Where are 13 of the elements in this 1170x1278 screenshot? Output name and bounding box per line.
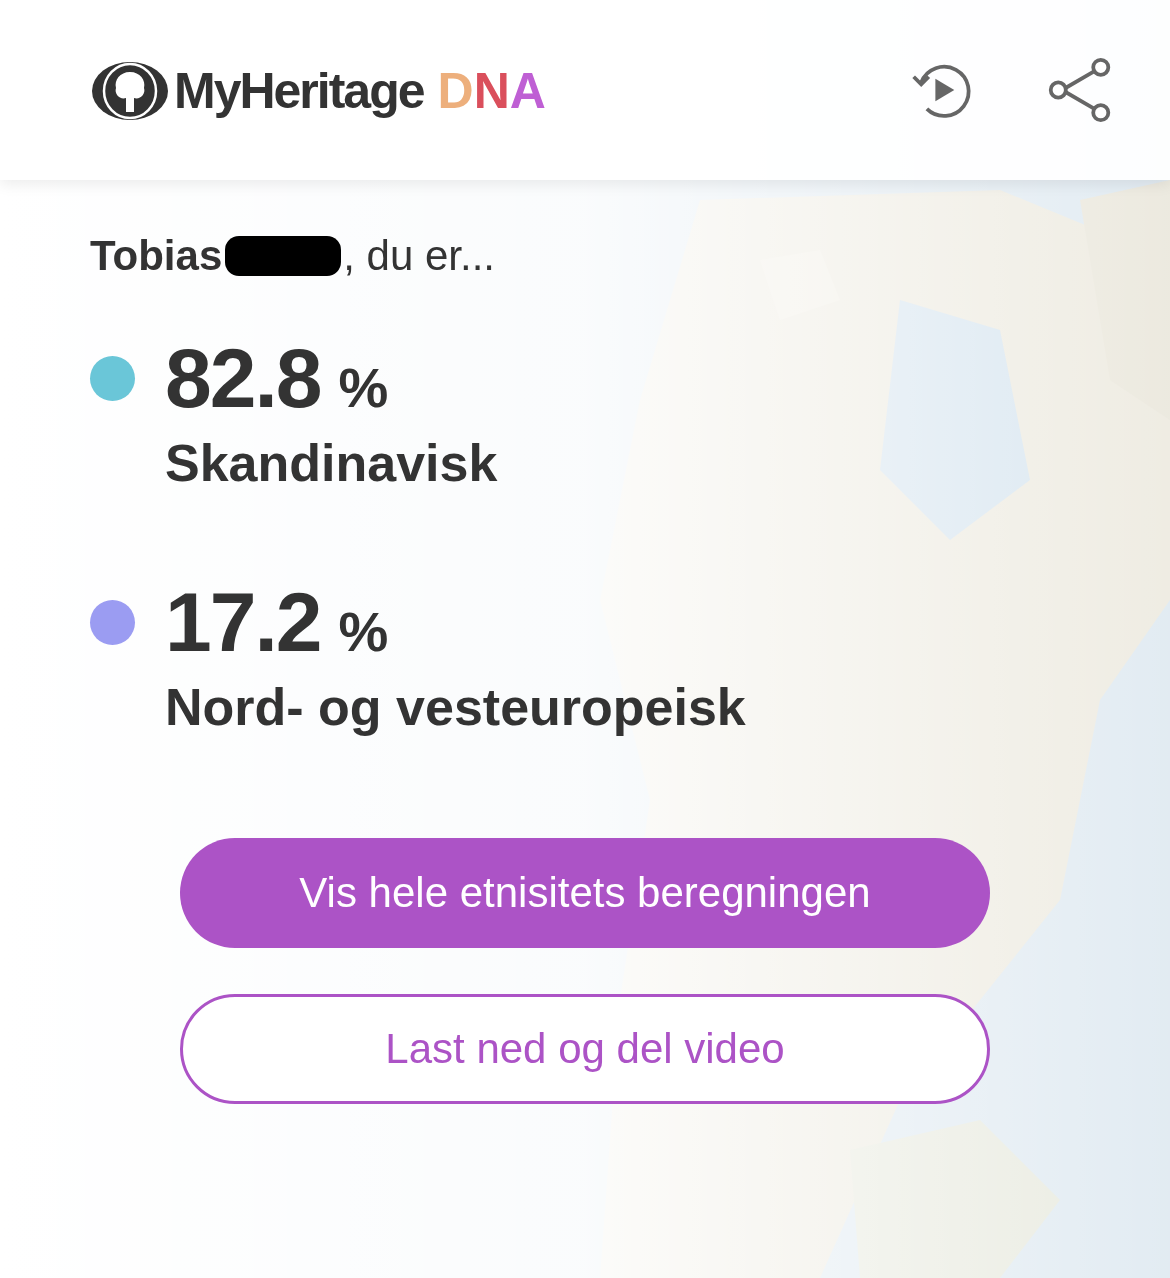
percentage-value: 17.2	[165, 574, 321, 671]
download-video-button[interactable]: Last ned og del video	[180, 994, 990, 1104]
ethnicity-name: Skandinavisk	[165, 433, 498, 494]
ethnicity-name: Nord- og vesteuropeisk	[165, 677, 746, 738]
logo-suffix: DNA	[437, 62, 546, 120]
percent-sign: %	[338, 355, 389, 420]
tree-icon	[90, 60, 170, 122]
percentage-value: 82.8	[165, 330, 321, 427]
percent-sign: %	[338, 599, 389, 664]
logo-text: MyHeritage	[174, 62, 424, 120]
user-name: Tobias	[90, 232, 223, 280]
greeting-text: , du er...	[343, 232, 495, 280]
show-breakdown-button[interactable]: Vis hele etnisitets beregningen	[180, 838, 990, 948]
